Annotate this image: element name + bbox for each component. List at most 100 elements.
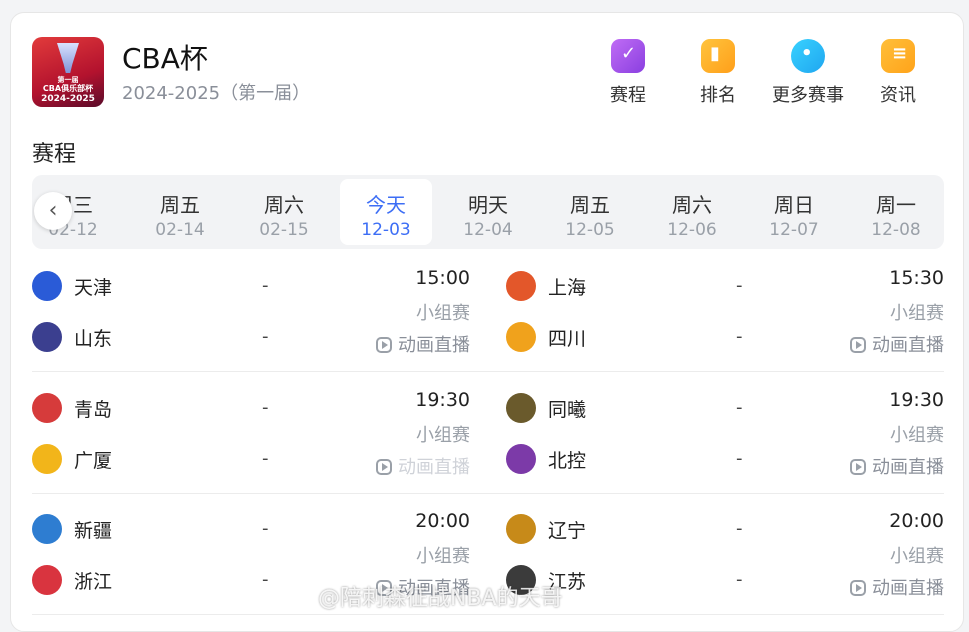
match-card[interactable]: 上海 - 四川 - 15:30 小组赛 动画直播 bbox=[506, 267, 944, 379]
away-team: 北控 bbox=[506, 444, 726, 474]
home-score: - bbox=[262, 397, 269, 418]
home-team: 天津 bbox=[32, 271, 252, 301]
date-value: 12-05 bbox=[565, 220, 615, 240]
schedule-icon: ✓ bbox=[611, 39, 645, 73]
live-label: 动画直播 bbox=[872, 335, 944, 356]
nav-more-events[interactable]: • 更多赛事 bbox=[763, 39, 853, 107]
date-weekday: 明天 bbox=[468, 193, 508, 217]
nav-label: 更多赛事 bbox=[772, 85, 844, 106]
date-value: 12-07 bbox=[769, 220, 819, 240]
date-value: 02-14 bbox=[155, 220, 205, 240]
home-team: 辽宁 bbox=[506, 514, 726, 544]
home-team: 同曦 bbox=[506, 393, 726, 423]
match-card[interactable]: 青岛 - 广厦 - 19:30 小组赛 动画直播 bbox=[32, 389, 470, 501]
team-badge-icon bbox=[506, 271, 536, 301]
home-score: - bbox=[736, 397, 743, 418]
date-weekday: 周五 bbox=[570, 193, 610, 217]
play-icon bbox=[850, 337, 866, 353]
play-icon bbox=[376, 459, 392, 475]
team-badge-icon bbox=[32, 393, 62, 423]
team-name: 辽宁 bbox=[548, 520, 587, 542]
away-team: 广厦 bbox=[32, 444, 252, 474]
date-weekday: 今天 bbox=[366, 193, 406, 217]
match-card[interactable]: 辽宁 - 江苏 - 20:00 小组赛 动画直播 bbox=[506, 510, 944, 622]
live-link[interactable]: 动画直播 bbox=[850, 574, 944, 600]
away-score: - bbox=[262, 448, 269, 469]
match-stage: 小组赛 bbox=[416, 303, 470, 324]
live-label: 动画直播 bbox=[872, 578, 944, 599]
date-tab[interactable]: 明天 12-04 bbox=[442, 175, 534, 249]
nav-news[interactable]: ≡ 资讯 bbox=[853, 39, 943, 107]
more-events-icon: • bbox=[791, 39, 825, 73]
nav-ranking[interactable]: ▮ 排名 bbox=[673, 39, 763, 107]
live-label: 动画直播 bbox=[398, 457, 470, 478]
date-value: 02-15 bbox=[259, 220, 309, 240]
date-value: 12-04 bbox=[463, 220, 513, 240]
away-score: - bbox=[262, 569, 269, 590]
nav-schedule[interactable]: ✓ 赛程 bbox=[583, 39, 673, 107]
date-value: 12-03 bbox=[361, 220, 411, 240]
match-stage: 小组赛 bbox=[890, 303, 944, 324]
match-time: 20:00 bbox=[889, 510, 944, 532]
team-badge-icon bbox=[506, 322, 536, 352]
date-tab-today[interactable]: 今天 12-03 bbox=[340, 179, 432, 245]
date-value: 12-06 bbox=[667, 220, 717, 240]
team-name: 天津 bbox=[74, 277, 113, 299]
team-badge-icon bbox=[32, 514, 62, 544]
logo-text-3: 2024-2025 bbox=[41, 94, 95, 104]
team-name: 同曦 bbox=[548, 399, 587, 421]
team-name: 北控 bbox=[548, 450, 587, 472]
team-badge-icon bbox=[32, 322, 62, 352]
match-time: 15:30 bbox=[889, 267, 944, 289]
team-badge-icon bbox=[32, 271, 62, 301]
away-team: 浙江 bbox=[32, 565, 252, 595]
cba-cup-logo: 第一届 CBA俱乐部杯 2024-2025 bbox=[32, 37, 104, 107]
ranking-icon: ▮ bbox=[701, 39, 735, 73]
away-team: 山东 bbox=[32, 322, 252, 352]
nav-label: 排名 bbox=[700, 85, 736, 106]
team-badge-icon bbox=[506, 393, 536, 423]
date-tab[interactable]: 周一 12-08 bbox=[850, 175, 942, 249]
date-tab[interactable]: 周六 02-15 bbox=[238, 175, 330, 249]
divider bbox=[32, 371, 944, 372]
team-badge-icon bbox=[32, 444, 62, 474]
home-team: 新疆 bbox=[32, 514, 252, 544]
chevron-left-icon[interactable]: ‹ bbox=[34, 192, 72, 230]
live-link[interactable]: 动画直播 bbox=[376, 331, 470, 357]
date-tab[interactable]: 周五 02-14 bbox=[134, 175, 226, 249]
match-stage: 小组赛 bbox=[890, 425, 944, 446]
watermark: @陪刺森征战NBA的天哥 bbox=[318, 586, 563, 611]
match-card[interactable]: 同曦 - 北控 - 19:30 小组赛 动画直播 bbox=[506, 389, 944, 501]
team-name: 浙江 bbox=[74, 571, 113, 593]
team-name: 广厦 bbox=[74, 450, 113, 472]
match-time: 19:30 bbox=[889, 389, 944, 411]
play-icon bbox=[850, 459, 866, 475]
trophy-icon bbox=[57, 43, 79, 73]
match-time: 20:00 bbox=[415, 510, 470, 532]
match-stage: 小组赛 bbox=[416, 425, 470, 446]
live-link[interactable]: 动画直播 bbox=[850, 453, 944, 479]
date-tab[interactable]: 周日 12-07 bbox=[748, 175, 840, 249]
home-score: - bbox=[736, 518, 743, 539]
date-tab[interactable]: 周六 12-06 bbox=[646, 175, 738, 249]
live-link[interactable]: 动画直播 bbox=[376, 453, 470, 479]
team-badge-icon bbox=[506, 444, 536, 474]
play-icon bbox=[376, 337, 392, 353]
team-badge-icon bbox=[32, 565, 62, 595]
home-team: 上海 bbox=[506, 271, 726, 301]
divider bbox=[32, 614, 944, 615]
nav-label: 资讯 bbox=[880, 85, 916, 106]
date-weekday: 周五 bbox=[160, 193, 200, 217]
away-score: - bbox=[736, 326, 743, 347]
team-name: 山东 bbox=[74, 328, 113, 350]
away-score: - bbox=[262, 326, 269, 347]
date-tab[interactable]: 周五 12-05 bbox=[544, 175, 636, 249]
away-team: 四川 bbox=[506, 322, 726, 352]
section-title: 赛程 bbox=[32, 142, 77, 167]
match-stage: 小组赛 bbox=[890, 546, 944, 567]
date-weekday: 周一 bbox=[876, 193, 916, 217]
date-selector: ‹ 周三 02-12 周五 02-14 周六 02-15 今天 12-03 明天… bbox=[32, 175, 944, 249]
logo-text-2: CBA俱乐部杯 bbox=[42, 84, 94, 93]
live-link[interactable]: 动画直播 bbox=[850, 331, 944, 357]
match-card[interactable]: 天津 - 山东 - 15:00 小组赛 动画直播 bbox=[32, 267, 470, 379]
